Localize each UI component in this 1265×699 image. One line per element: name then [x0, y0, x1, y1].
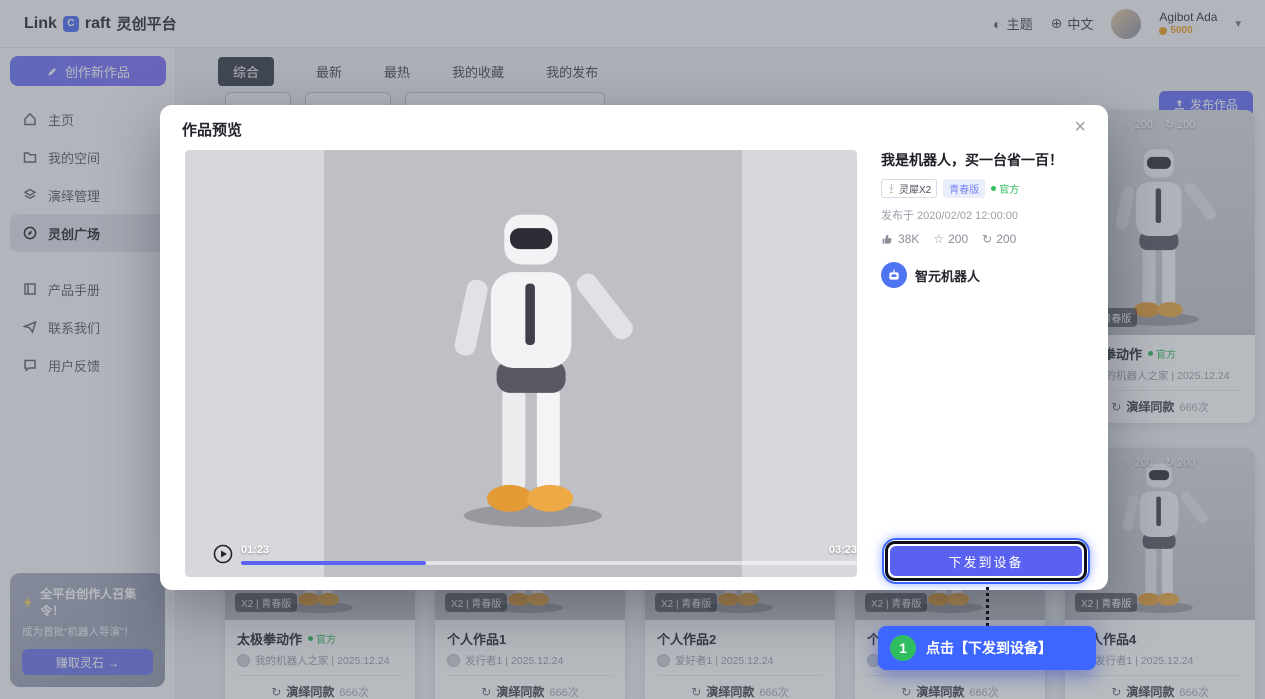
robot-icon [887, 184, 896, 193]
author-row: 智元机器人 [881, 262, 1083, 288]
work-stats: 38K ☆200 ↻200 [881, 232, 1083, 246]
robot-figure [418, 207, 648, 529]
current-time: 01:23 [241, 544, 269, 556]
tutorial-connector-line [986, 587, 989, 626]
spotlight-ring: 下发到设备 [885, 541, 1087, 581]
tutorial-text: 点击【下发到设备】 [926, 638, 1052, 658]
work-info-panel: 我是机器人，买一台省一百！ 灵犀X2 青春版 官方 发布于 2020/02/02… [881, 150, 1083, 577]
app-window: Link C raft 灵创平台 ◐ 主题 ⊕ 中文 Agibot Ada 50… [0, 0, 1265, 699]
tutorial-spotlight: 下发到设备 [882, 538, 1090, 584]
author-name: 智元机器人 [915, 266, 980, 285]
author-avatar [881, 262, 907, 288]
video-frame [324, 150, 742, 577]
star-icon: ☆ [933, 232, 944, 246]
deploy-to-device-button[interactable]: 下发到设备 [890, 546, 1082, 576]
modal-title: 作品预览 [182, 119, 242, 140]
edition-tag: 青春版 [943, 179, 985, 198]
progress-fill [241, 561, 426, 565]
video-player[interactable]: 01:23 03:23 [185, 150, 857, 577]
star-count: ☆200 [933, 232, 968, 246]
model-tag: 灵犀X2 [881, 179, 937, 198]
like-count: 38K [881, 232, 919, 246]
work-preview-modal: 作品预览 × 01:23 03:23 我是机器人，买一台 [160, 105, 1108, 590]
thumb-up-icon [881, 233, 894, 246]
robot-head-icon [886, 267, 902, 283]
close-icon[interactable]: × [1074, 117, 1086, 137]
publish-date: 发布于 2020/02/02 12:00:00 [881, 207, 1083, 223]
tutorial-tooltip: 1 点击【下发到设备】 [878, 626, 1096, 670]
share-icon: ↻ [982, 232, 992, 246]
progress-area: 01:23 03:23 [241, 544, 857, 565]
tag-row: 灵犀X2 青春版 官方 [881, 179, 1083, 198]
official-badge: 官方 [991, 181, 1019, 196]
total-time: 03:23 [829, 544, 857, 556]
tutorial-step-badge: 1 [890, 635, 916, 661]
share-count: ↻200 [982, 232, 1016, 246]
work-title: 我是机器人，买一台省一百！ [881, 150, 1083, 170]
play-icon[interactable] [213, 544, 233, 564]
progress-bar[interactable] [241, 561, 857, 565]
official-dot-icon [991, 186, 996, 191]
player-controls: 01:23 03:23 [213, 544, 857, 565]
